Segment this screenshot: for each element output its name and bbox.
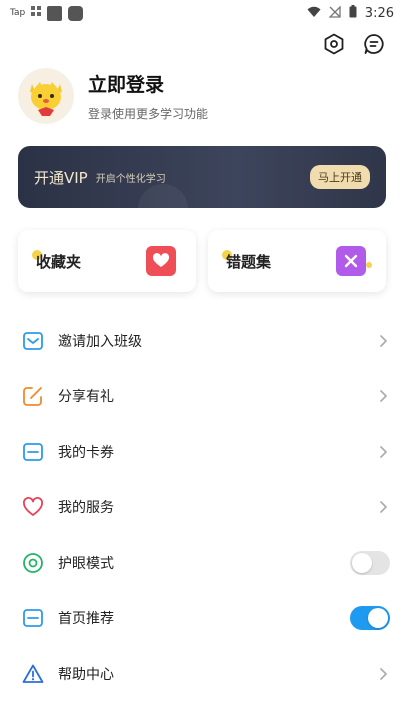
- heart-service-icon: [22, 496, 44, 518]
- settings-button[interactable]: [322, 33, 346, 59]
- settings-hexagon-icon: [324, 33, 344, 59]
- chevron-right-icon: [376, 445, 390, 459]
- no-signal-icon: [328, 4, 341, 21]
- status-time: 3:26: [364, 5, 394, 21]
- vip-banner[interactable]: 开通VIP 开启个性化学习 马上开通: [18, 146, 386, 208]
- quick-cards: 收藏夹 错题集: [18, 230, 386, 292]
- wifi-icon: [307, 6, 321, 21]
- menu-label: 我的服务: [58, 500, 114, 517]
- menu-label: 我的卡券: [58, 444, 114, 461]
- open-vip-button[interactable]: 马上开通: [310, 165, 370, 189]
- menu-item-eye-protection[interactable]: 护眼模式: [0, 535, 404, 591]
- wrong-questions-icon: [336, 246, 366, 276]
- notification-icon: [31, 6, 42, 20]
- settings-menu: 邀请加入班级 分享有礼 我的卡券 我的服务 护眼模式 首页推荐 帮助中心: [0, 313, 404, 702]
- menu-item-my-services[interactable]: 我的服务: [0, 480, 404, 536]
- wrong-questions-card[interactable]: 错题集: [208, 230, 386, 292]
- toggle-knob: [352, 552, 372, 573]
- home-recommend-icon: [22, 607, 44, 629]
- menu-item-help-center[interactable]: 帮助中心: [0, 646, 404, 702]
- vip-description: 开启个性化学习: [95, 173, 166, 185]
- coupon-card-icon: [22, 441, 44, 463]
- favorites-label: 收藏夹: [36, 252, 82, 271]
- wrong-questions-label: 错题集: [226, 252, 272, 271]
- toggle-knob: [368, 608, 388, 629]
- menu-label: 分享有礼: [58, 389, 114, 406]
- message-button[interactable]: [362, 34, 386, 58]
- menu-label: 首页推荐: [58, 611, 114, 628]
- status-left-group: Tap: [10, 5, 84, 21]
- card-decoration-dot: [366, 262, 372, 268]
- chevron-right-icon: [376, 667, 390, 681]
- status-right-group: 3:26: [307, 4, 394, 21]
- app-notification-icon: [47, 5, 63, 21]
- menu-label: 帮助中心: [58, 666, 114, 683]
- status-app-label: Tap: [10, 8, 26, 18]
- eye-protection-toggle[interactable]: [350, 550, 390, 575]
- share-gift-icon: [22, 385, 44, 407]
- menu-label: 邀请加入班级: [58, 333, 142, 350]
- status-bar: Tap 3:26: [0, 0, 404, 26]
- profile-text: 立即登录 登录使用更多学习功能: [88, 70, 208, 122]
- app-notification-icon: [68, 5, 84, 21]
- menu-item-home-recommend[interactable]: 首页推荐: [0, 591, 404, 647]
- login-subtitle: 登录使用更多学习功能: [88, 107, 209, 121]
- vip-title: 开通VIP: [34, 168, 88, 187]
- top-actions: [322, 33, 386, 59]
- battery-icon: [349, 5, 357, 21]
- help-center-icon: [22, 663, 44, 685]
- mascot-avatar-icon: [20, 70, 72, 122]
- login-title[interactable]: 立即登录: [88, 70, 208, 97]
- menu-item-my-coupons[interactable]: 我的卡券: [0, 424, 404, 480]
- profile-header[interactable]: 立即登录 登录使用更多学习功能: [18, 68, 208, 124]
- menu-item-share-gift[interactable]: 分享有礼: [0, 369, 404, 425]
- eye-protection-icon: [22, 552, 44, 574]
- chevron-right-icon: [376, 500, 390, 514]
- favorites-card[interactable]: 收藏夹: [18, 230, 196, 292]
- invite-class-icon: [22, 330, 44, 352]
- favorites-folder-icon: [146, 246, 176, 276]
- chevron-right-icon: [376, 389, 390, 403]
- menu-item-invite-class[interactable]: 邀请加入班级: [0, 313, 404, 369]
- chevron-right-icon: [376, 334, 390, 348]
- menu-label: 护眼模式: [58, 555, 114, 572]
- home-recommend-toggle[interactable]: [350, 606, 390, 631]
- message-bubble-icon: [363, 33, 385, 59]
- avatar[interactable]: [18, 68, 74, 124]
